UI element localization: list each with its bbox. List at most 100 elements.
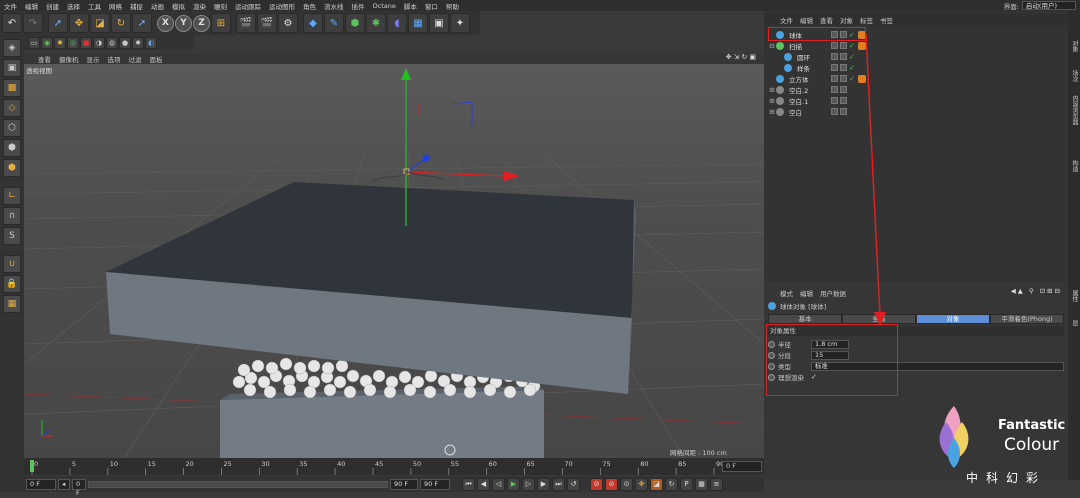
- expand-toggle-icon[interactable]: ⊞: [768, 97, 776, 105]
- vtab-layers[interactable]: 层: [1070, 320, 1079, 326]
- scale-tool-icon[interactable]: ◪: [90, 13, 110, 33]
- menu-octane[interactable]: Octane: [369, 2, 400, 10]
- visibility-flags[interactable]: [831, 64, 847, 71]
- om-menu-edit[interactable]: 编辑: [800, 15, 813, 25]
- menu-snap[interactable]: 捕捉: [126, 1, 147, 11]
- tab-basic[interactable]: 基本: [768, 314, 842, 324]
- sphere-lines-icon[interactable]: ◍: [106, 36, 118, 49]
- menu-character[interactable]: 角色: [299, 1, 320, 11]
- array-icon[interactable]: ✱: [366, 13, 386, 33]
- magnet-icon[interactable]: ∪: [3, 255, 21, 273]
- menu-motion-tracking[interactable]: 运动跟踪: [231, 1, 265, 11]
- grid-plane-icon[interactable]: ▦: [3, 295, 21, 313]
- vtab-takes[interactable]: 场次: [1070, 70, 1079, 82]
- visibility-flags[interactable]: [831, 53, 847, 60]
- axis-z-button[interactable]: Z: [193, 14, 210, 32]
- viewport-menu-options[interactable]: 选项: [108, 54, 121, 64]
- light-icon[interactable]: ✦: [450, 13, 470, 33]
- expand-toggle-icon[interactable]: ⊞: [768, 108, 776, 116]
- end-frame-field[interactable]: 90 F: [420, 478, 450, 490]
- loop-icon[interactable]: ↺: [567, 477, 580, 491]
- axis-mode-icon[interactable]: ∟: [3, 187, 21, 205]
- menu-select[interactable]: 选择: [63, 1, 84, 11]
- menu-plugins[interactable]: 插件: [348, 1, 369, 11]
- start-frame-field[interactable]: 0 F: [26, 478, 56, 490]
- om-menu-tags[interactable]: 标签: [860, 15, 873, 25]
- axis-y-button[interactable]: Y: [175, 14, 192, 32]
- sphere-shade-icon[interactable]: ◑: [93, 36, 105, 49]
- texture-mode-icon[interactable]: ▩: [3, 79, 21, 97]
- snap-icon[interactable]: S: [3, 227, 21, 245]
- expand-toggle-icon[interactable]: ⊟: [768, 42, 776, 50]
- max-frame-field[interactable]: 90 F: [390, 478, 418, 490]
- camera-icon[interactable]: ▣: [429, 13, 449, 33]
- timeline-menu-icon[interactable]: ≡: [710, 477, 723, 491]
- record-icon[interactable]: ■: [80, 36, 92, 49]
- object-name[interactable]: 空白: [787, 107, 831, 117]
- object-name[interactable]: 样条: [795, 63, 831, 73]
- object-row[interactable]: ⊞ 空白.1: [768, 95, 1064, 106]
- am-menu-mode[interactable]: 模式: [780, 288, 793, 298]
- om-menu-file[interactable]: 文件: [780, 15, 793, 25]
- object-name[interactable]: 圆环: [795, 52, 831, 62]
- am-menu-userdata[interactable]: 用户数据: [820, 288, 846, 298]
- vtab-objects[interactable]: 对象: [1070, 40, 1079, 52]
- polygons-mode-icon[interactable]: ⬢: [3, 159, 21, 177]
- object-row[interactable]: 立方体 ✓: [768, 73, 1064, 84]
- visibility-flags[interactable]: [831, 42, 847, 49]
- expand-toggle-icon[interactable]: ⊞: [768, 86, 776, 94]
- object-row[interactable]: ⊞ 空白: [768, 106, 1064, 117]
- om-menu-view[interactable]: 查看: [820, 15, 833, 25]
- om-menu-objects[interactable]: 对象: [840, 15, 853, 25]
- lock-icon[interactable]: 🔒: [3, 275, 21, 293]
- menu-tools[interactable]: 工具: [84, 1, 105, 11]
- viewport-menu-panel[interactable]: 面板: [150, 54, 163, 64]
- object-row[interactable]: ⊟ 扫描 ✓: [768, 40, 1064, 51]
- vtab-content-browser[interactable]: 内容浏览器: [1070, 95, 1079, 125]
- render-picture-viewer-icon[interactable]: 🎬: [257, 13, 277, 33]
- menu-simulate[interactable]: 模拟: [168, 1, 189, 11]
- target-icon[interactable]: ◎: [67, 36, 79, 49]
- cube-icon[interactable]: ◆: [303, 13, 323, 33]
- recent-tool-icon[interactable]: ➚: [132, 13, 152, 33]
- preview-range-slider[interactable]: [88, 480, 388, 488]
- menu-create[interactable]: 创建: [42, 1, 63, 11]
- next-frame-icon[interactable]: ▷: [522, 477, 535, 491]
- om-menu-bookmarks[interactable]: 书签: [880, 15, 893, 25]
- visibility-flags[interactable]: [831, 108, 847, 115]
- object-row[interactable]: 圆环 ✓: [768, 51, 1064, 62]
- viewport-menu-display[interactable]: 显示: [87, 54, 100, 64]
- next-key-icon[interactable]: ▶: [537, 477, 550, 491]
- visibility-flags[interactable]: [831, 97, 847, 104]
- undo-icon[interactable]: ↶: [2, 13, 22, 33]
- layout-dropdown[interactable]: 启动(用户): [1021, 1, 1076, 10]
- menu-script[interactable]: 脚本: [400, 1, 421, 11]
- go-start-icon[interactable]: ⏮: [462, 477, 475, 491]
- model-mode-icon[interactable]: ▣: [3, 59, 21, 77]
- object-name[interactable]: 空白.1: [787, 96, 831, 106]
- playhead[interactable]: [30, 460, 34, 472]
- object-row[interactable]: 样条 ✓: [768, 62, 1064, 73]
- go-end-icon[interactable]: ⏭: [552, 477, 565, 491]
- display-mode-icon[interactable]: ▭: [28, 36, 40, 49]
- object-name[interactable]: 立方体: [787, 74, 831, 84]
- rotate-tool-icon[interactable]: ↻: [111, 13, 131, 33]
- render-view-icon[interactable]: 🎬: [236, 13, 256, 33]
- menu-render[interactable]: 渲染: [189, 1, 210, 11]
- redo-icon[interactable]: ↷: [23, 13, 43, 33]
- menu-animate[interactable]: 动画: [147, 1, 168, 11]
- pen-icon[interactable]: ✎: [324, 13, 344, 33]
- floor-icon[interactable]: ▦: [408, 13, 428, 33]
- menu-mograph[interactable]: 运动图形: [265, 1, 299, 11]
- viewport-nav-icons[interactable]: ✥⇲↻▣: [726, 53, 758, 61]
- tab-object[interactable]: 对象: [916, 314, 990, 324]
- menu-help[interactable]: 帮助: [442, 1, 463, 11]
- menu-window[interactable]: 窗口: [421, 1, 442, 11]
- settings-icon[interactable]: ✸: [132, 36, 144, 49]
- move-tool-icon[interactable]: ✥: [69, 13, 89, 33]
- tab-phong[interactable]: 平滑着色(Phong): [990, 314, 1064, 324]
- attribute-nav-icons[interactable]: ◀▲ ⚲ ⊡⊞⊟: [1011, 287, 1062, 295]
- vtab-structure[interactable]: 构造: [1070, 160, 1079, 172]
- auto-key-icon[interactable]: ⊘: [605, 477, 618, 491]
- render-region-icon[interactable]: ◉: [41, 36, 53, 49]
